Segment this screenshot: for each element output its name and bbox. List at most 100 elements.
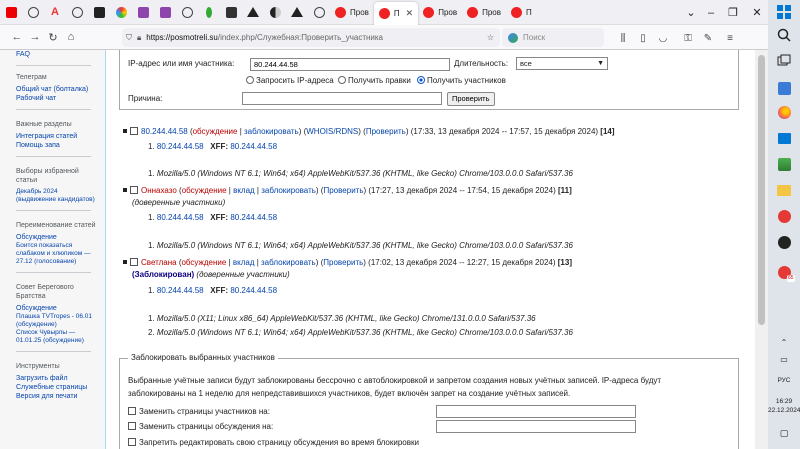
tab-colorful[interactable] <box>110 0 132 25</box>
tab-globe-1[interactable] <box>22 0 44 25</box>
select-checkbox[interactable] <box>130 258 138 266</box>
talk-link[interactable]: обсуждение <box>181 258 226 267</box>
option-replace-user-pages[interactable]: Заменить страницы участников на: <box>128 407 270 416</box>
sidebar-item-tvtropes[interactable]: Плашка TVTropes - 06.01 (обсуждение) <box>16 313 96 329</box>
sidebar-faq-link[interactable]: FAQ <box>16 50 105 59</box>
user-link[interactable]: Оннахазо <box>141 186 177 195</box>
tab-4[interactable]: П <box>506 0 537 25</box>
sidebar-item-integration[interactable]: Интеграция статей <box>16 132 105 141</box>
firefox-icon[interactable] <box>776 104 792 120</box>
user-page-replacement-input[interactable] <box>436 405 636 418</box>
tab-dark-square[interactable] <box>88 0 110 25</box>
tab-triangle-2[interactable] <box>286 0 308 25</box>
sidebar-item-general-chat[interactable]: Общий чат (болталка) <box>16 85 105 94</box>
whois-link[interactable]: WHOIS/RDNS <box>306 127 358 136</box>
home-button[interactable]: ⌂ <box>62 27 80 47</box>
menu-hamburger-icon[interactable]: ≡ <box>722 30 738 46</box>
tab-m-2[interactable] <box>154 0 176 25</box>
select-checkbox[interactable] <box>130 127 138 135</box>
page-scrollbar[interactable] <box>755 50 768 449</box>
block-link[interactable]: заблокировать <box>244 127 299 136</box>
select-checkbox[interactable] <box>130 186 138 194</box>
sidebar-item-help[interactable]: Помощь запа <box>16 141 105 150</box>
sidebar-item-upload[interactable]: Загрузить файл <box>16 374 105 383</box>
tab-pin[interactable] <box>198 0 220 25</box>
sidebar-item-rename-vote[interactable]: Боится показаться слабаком и хлюпиком — … <box>16 242 96 266</box>
check-link[interactable]: Проверить <box>366 127 406 136</box>
block-link[interactable]: заблокировать <box>261 258 316 267</box>
ip-link[interactable]: 80.244.44.58 <box>157 142 204 151</box>
user-link[interactable]: 80.244.44.58 <box>141 127 188 136</box>
sidebar-item-council-discussion[interactable]: Обсуждение <box>16 304 105 313</box>
ip-link[interactable]: 80.244.44.58 <box>157 286 204 295</box>
sidebar-item-special-pages[interactable]: Служебные страницы <box>16 383 105 392</box>
bookmark-star-icon[interactable]: ☆ <box>487 33 494 42</box>
submit-check-button[interactable]: Проверить <box>447 92 495 106</box>
clock-date[interactable]: 22.12.2024 <box>768 407 800 414</box>
ip-input[interactable] <box>250 58 450 71</box>
language-indicator[interactable]: РУС <box>768 377 800 384</box>
sidebar-item-work-chat[interactable]: Рабочий чат <box>16 94 105 103</box>
back-button[interactable]: ← <box>8 27 26 47</box>
xff-ip-link[interactable]: 80.244.44.58 <box>230 142 277 151</box>
ip-link[interactable]: 80.244.44.58 <box>157 213 204 222</box>
library-icon[interactable]: ⫼ <box>615 30 631 46</box>
tab-a[interactable]: A <box>44 0 66 25</box>
duration-select[interactable]: все ▼ <box>516 57 608 70</box>
user-link[interactable]: Светлана <box>141 258 177 267</box>
tab-youtube[interactable] <box>0 0 22 25</box>
pocket-icon[interactable]: ◡ <box>655 30 671 46</box>
app-icon-5[interactable]: 65 <box>776 264 795 282</box>
tab-half-circle[interactable] <box>264 0 286 25</box>
option-disable-talk-edit[interactable]: Запретить редактировать свою страницу об… <box>128 438 419 447</box>
block-link[interactable]: заблокировать <box>261 186 316 195</box>
talk-page-replacement-input[interactable] <box>436 420 636 433</box>
tray-chevron-icon[interactable]: ⌃ <box>768 338 800 347</box>
tab-2[interactable]: Пров <box>418 0 462 25</box>
xff-ip-link[interactable]: 80.244.44.58 <box>230 213 277 222</box>
forward-button[interactable]: → <box>26 27 44 47</box>
option-replace-talk-pages[interactable]: Заменить страницы обсуждения на: <box>128 422 273 431</box>
tab-0[interactable]: Пров <box>330 0 374 25</box>
sidebar-item-chuvyrla[interactable]: Список Чувырлы — 01.01.25 (обсуждение) <box>16 329 96 345</box>
app-icon-2[interactable] <box>776 156 792 172</box>
windows-start-icon[interactable] <box>776 4 792 20</box>
radio-query-ips[interactable]: Запросить IP-адреса <box>246 76 334 85</box>
tab-1-active[interactable]: П ✕ <box>373 1 419 25</box>
contrib-link[interactable]: вклад <box>233 258 255 267</box>
close-tab-icon[interactable]: ✕ <box>406 8 414 19</box>
check-link[interactable]: Проверить <box>323 258 363 267</box>
contrib-link[interactable]: вклад <box>233 186 255 195</box>
radio-get-edits[interactable]: Получить правки <box>338 76 411 85</box>
sidebar-item-print[interactable]: Версия для печати <box>16 392 105 401</box>
reload-button[interactable]: ↻ <box>44 27 62 47</box>
app-icon-1[interactable] <box>776 80 792 96</box>
search-icon[interactable] <box>776 27 792 43</box>
blocked-link[interactable]: (Заблокирован) <box>132 270 194 279</box>
tab-globe-4[interactable] <box>308 0 330 25</box>
clock-time[interactable]: 16:29 <box>768 398 800 405</box>
scrollbar-thumb[interactable] <box>758 55 765 325</box>
task-view-icon[interactable] <box>776 53 792 69</box>
tab-m-1[interactable] <box>132 0 154 25</box>
radio-get-users[interactable]: Получить участников <box>417 76 506 85</box>
folder-icon[interactable] <box>776 182 792 198</box>
tab-globe-3[interactable] <box>176 0 198 25</box>
talk-link[interactable]: обсуждение <box>182 186 227 195</box>
tab-globe-2[interactable] <box>66 0 88 25</box>
sidebar-item-rename-discussion[interactable]: Обсуждение <box>16 233 105 242</box>
search-box[interactable]: Поиск <box>502 28 604 47</box>
xff-ip-link[interactable]: 80.244.44.58 <box>230 286 277 295</box>
store-icon[interactable] <box>776 130 792 146</box>
extensions-icon[interactable]: ⚿ <box>680 30 696 46</box>
reason-input[interactable] <box>242 92 442 105</box>
app-icon-3[interactable] <box>776 208 792 224</box>
tab-triangle-1[interactable] <box>242 0 264 25</box>
tab-s[interactable] <box>220 0 242 25</box>
check-link[interactable]: Проверить <box>323 186 363 195</box>
sidebar-toggle-icon[interactable]: ▯ <box>635 30 651 46</box>
address-bar[interactable]: ⛉ 🔒︎ https://posmotreli.su/index.php/Слу… <box>122 28 500 47</box>
notifications-icon[interactable]: ▢ <box>768 428 800 439</box>
addon-icon[interactable]: ✎ <box>700 30 716 46</box>
tab-3[interactable]: Пров <box>462 0 506 25</box>
